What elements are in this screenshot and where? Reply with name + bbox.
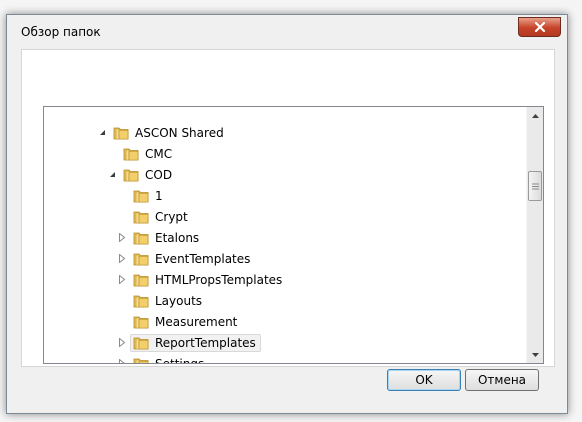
tree-item-label: Crypt bbox=[155, 209, 188, 224]
tree-item-label: Measurement bbox=[155, 314, 238, 329]
folder-icon bbox=[133, 295, 149, 307]
tree-item-content[interactable]: Crypt bbox=[130, 208, 193, 226]
arrow-up-icon bbox=[532, 113, 539, 118]
expanded-arrow-icon[interactable] bbox=[106, 164, 118, 185]
tree-item-label: EventTemplates bbox=[155, 251, 251, 266]
tree-item-label: HTMLPropsTemplates bbox=[155, 272, 283, 287]
tree-item-content[interactable]: HTMLPropsTemplates bbox=[130, 271, 287, 289]
folder-icon bbox=[133, 358, 149, 363]
cancel-button[interactable]: Отмена bbox=[465, 369, 539, 391]
folder-icon bbox=[133, 316, 149, 328]
tree-item[interactable]: Settings bbox=[116, 353, 209, 363]
folder-tree[interactable]: ASCON Shared CMC COD 1 Crypt Etalons EventTemp… bbox=[43, 106, 544, 364]
tree-item-content[interactable]: 1 bbox=[130, 187, 168, 205]
tree-item-label: CMC bbox=[145, 146, 173, 161]
folder-icon bbox=[133, 232, 149, 244]
collapsed-arrow-icon[interactable] bbox=[116, 269, 128, 290]
scrollbar-thumb[interactable] bbox=[528, 171, 542, 201]
tree-item-content[interactable]: Etalons bbox=[130, 229, 204, 247]
tree-item[interactable]: ASCON Shared bbox=[96, 122, 229, 143]
collapsed-arrow-icon[interactable] bbox=[116, 353, 128, 363]
tree-item-content[interactable]: ASCON Shared bbox=[110, 124, 229, 142]
folder-icon bbox=[133, 211, 149, 223]
tree-item[interactable]: 1 bbox=[116, 185, 168, 206]
ok-button[interactable]: OK bbox=[387, 369, 461, 391]
tree-item-label: Layouts bbox=[155, 293, 203, 308]
tree-item-label: COD bbox=[145, 167, 173, 182]
tree-item-content[interactable]: EventTemplates bbox=[130, 250, 255, 268]
tree-item[interactable]: Layouts bbox=[116, 290, 207, 311]
folder-tree-viewport: ASCON Shared CMC COD 1 Crypt Etalons EventTemp… bbox=[44, 107, 526, 363]
folder-icon bbox=[123, 148, 139, 160]
close-button[interactable] bbox=[518, 17, 561, 37]
tree-item[interactable]: CMC bbox=[106, 143, 177, 164]
tree-item[interactable]: ReportTemplates bbox=[116, 332, 261, 353]
title-bar: Обзор папок bbox=[7, 15, 567, 49]
tree-item-label: Etalons bbox=[155, 230, 200, 245]
tree-item-label: Settings bbox=[153, 356, 206, 364]
scroll-up-button[interactable] bbox=[527, 107, 543, 124]
vertical-scrollbar[interactable] bbox=[526, 107, 543, 363]
tree-item-content[interactable]: Settings bbox=[130, 355, 209, 364]
scroll-down-button[interactable] bbox=[527, 346, 543, 363]
grip-icon bbox=[531, 183, 539, 189]
collapsed-arrow-icon[interactable] bbox=[116, 332, 128, 353]
folder-icon bbox=[133, 190, 149, 202]
tree-item-content[interactable]: Measurement bbox=[130, 313, 242, 331]
collapsed-arrow-icon[interactable] bbox=[116, 248, 128, 269]
tree-item[interactable]: Measurement bbox=[116, 311, 242, 332]
collapsed-arrow-icon[interactable] bbox=[116, 227, 128, 248]
close-icon bbox=[534, 22, 545, 32]
tree-item-content[interactable]: ReportTemplates bbox=[130, 333, 261, 352]
tree-item[interactable]: Crypt bbox=[116, 206, 193, 227]
dialog-title: Обзор папок bbox=[21, 25, 101, 39]
folder-icon bbox=[133, 337, 149, 349]
tree-item[interactable]: EventTemplates bbox=[116, 248, 255, 269]
tree-item-label: ReportTemplates bbox=[155, 335, 256, 350]
tree-item-content[interactable]: COD bbox=[120, 166, 177, 184]
folder-icon bbox=[123, 169, 139, 181]
tree-item-content[interactable]: Layouts bbox=[130, 292, 207, 310]
tree-item-content[interactable]: CMC bbox=[120, 145, 177, 163]
tree-item-label: ASCON Shared bbox=[135, 125, 224, 140]
arrow-down-icon bbox=[532, 352, 539, 357]
folder-icon bbox=[113, 127, 129, 139]
expanded-arrow-icon[interactable] bbox=[96, 122, 108, 143]
tree-item[interactable]: COD bbox=[106, 164, 177, 185]
tree-item[interactable]: Etalons bbox=[116, 227, 204, 248]
tree-item-label: 1 bbox=[155, 188, 163, 203]
tree-item[interactable]: HTMLPropsTemplates bbox=[116, 269, 287, 290]
folder-icon bbox=[133, 274, 149, 286]
browse-folders-dialog: Обзор папок ASCON Shared CMC COD 1 Crypt Etal… bbox=[6, 14, 568, 414]
folder-icon bbox=[133, 253, 149, 265]
